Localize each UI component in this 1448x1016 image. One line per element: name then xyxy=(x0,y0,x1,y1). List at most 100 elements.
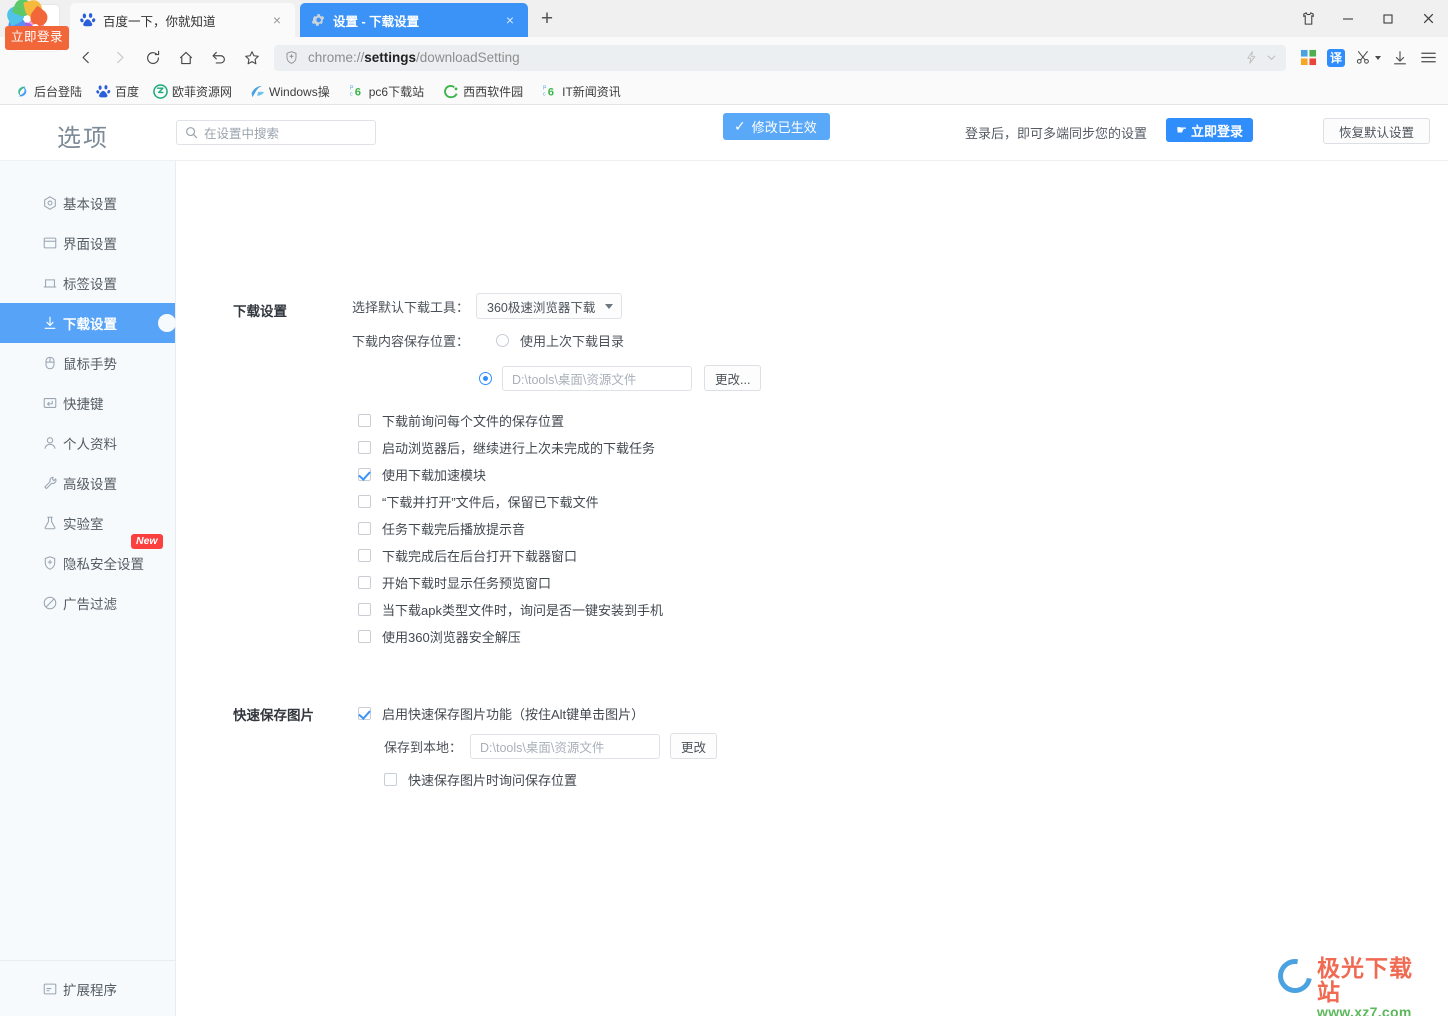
custom-path-row: D:\tools\桌面\资源文件 更改... xyxy=(479,365,762,391)
target-icon xyxy=(41,195,58,212)
checkbox-quicksave-ask-location[interactable]: 快速保存图片时询问保存位置 xyxy=(384,770,577,789)
sidebar-item-tab[interactable]: 标签设置 xyxy=(0,263,175,303)
checkbox-box[interactable] xyxy=(358,603,371,616)
sidebar-item-extensions[interactable]: 扩展程序 xyxy=(0,969,175,1009)
checkbox-accelerator[interactable]: 使用下载加速模块 xyxy=(358,465,486,484)
checkbox-safe-unzip[interactable]: 使用360浏览器安全解压 xyxy=(358,627,521,646)
skin-icon[interactable] xyxy=(1288,0,1328,37)
checkbox-box[interactable] xyxy=(358,549,371,562)
quicksave-path-input[interactable]: D:\tools\桌面\资源文件 xyxy=(470,733,661,759)
checkbox-enable-quicksave[interactable]: 启用快速保存图片功能（按住Alt键单击图片） xyxy=(358,704,644,723)
watermark: 极光下载站 www.xz7.com xyxy=(1271,952,1434,1016)
status-badge-label: 修改已生效 xyxy=(751,120,817,135)
bookmark-item[interactable]: Pc6 IT新闻资讯 xyxy=(543,83,621,100)
checkbox-apk-install[interactable]: 当下载apk类型文件时，询问是否一键安装到手机 xyxy=(358,600,663,619)
address-bar[interactable]: chrome://settings/downloadSetting xyxy=(274,44,1286,71)
bookmark-star-icon[interactable] xyxy=(235,41,268,74)
sidebar-item-label: 标签设置 xyxy=(63,277,117,292)
baidu-icon xyxy=(96,84,111,99)
wrench-icon xyxy=(41,475,58,492)
sidebar-item-download[interactable]: 下载设置 xyxy=(0,303,176,343)
reload-button[interactable] xyxy=(136,41,169,74)
change-download-path-button[interactable]: 更改... xyxy=(704,365,762,391)
bookmark-item[interactable]: 西西软件园 xyxy=(444,83,523,100)
new-tab-button[interactable]: + xyxy=(535,8,559,32)
menu-icon[interactable] xyxy=(1414,43,1442,73)
minimize-button[interactable] xyxy=(1328,0,1368,37)
tab-title: 百度一下，你就知道 xyxy=(103,14,216,29)
scissors-icon[interactable] xyxy=(1350,43,1386,73)
settings-header: 选项 在设置中搜索 ✓ 修改已生效 登录后，即可多端同步您的设置 ☛ 立即登录 … xyxy=(0,105,1448,161)
svg-text:6: 6 xyxy=(548,86,554,98)
home-button[interactable] xyxy=(169,41,202,74)
search-input[interactable]: 在设置中搜索 xyxy=(176,120,376,145)
search-placeholder: 在设置中搜索 xyxy=(204,127,280,141)
checkbox-box[interactable] xyxy=(384,773,397,786)
tab-close-icon[interactable]: × xyxy=(502,12,518,28)
download-path-input[interactable]: D:\tools\桌面\资源文件 xyxy=(502,365,692,391)
checkbox-ask-location[interactable]: 下载前询问每个文件的保存位置 xyxy=(358,411,564,430)
radio-custom-directory[interactable] xyxy=(479,371,492,385)
bookmark-item[interactable]: 欧菲资源网 xyxy=(153,83,232,100)
flask-icon xyxy=(41,515,58,532)
svg-text:6: 6 xyxy=(354,86,360,98)
checkbox-box[interactable] xyxy=(358,441,371,454)
window-icon xyxy=(41,235,58,252)
sidebar-item-privacy[interactable]: 隐私安全设置 New xyxy=(0,534,175,583)
maximize-button[interactable] xyxy=(1368,0,1408,37)
login-button[interactable]: ☛ 立即登录 xyxy=(1166,118,1253,142)
checkbox-box[interactable] xyxy=(358,707,371,720)
chevron-down-icon[interactable] xyxy=(1265,51,1278,64)
forward-button[interactable] xyxy=(103,41,136,74)
checkbox-box[interactable] xyxy=(358,468,371,481)
back-button[interactable] xyxy=(70,41,103,74)
checkbox-play-sound[interactable]: 任务下载完后播放提示音 xyxy=(358,519,525,538)
save-location-label: 下载内容保存位置： xyxy=(352,334,470,349)
default-tool-select[interactable]: 360极速浏览器下载 xyxy=(476,293,623,319)
sidebar-item-label: 高级设置 xyxy=(63,477,117,492)
download-icon[interactable] xyxy=(1386,43,1414,73)
mouse-icon xyxy=(41,355,58,372)
translate-icon[interactable]: 译 xyxy=(1322,43,1350,73)
tab-settings[interactable]: 设置 - 下载设置 × xyxy=(300,3,528,37)
settings-sidebar: 基本设置 界面设置 标签设置 下载设置 鼠标手势 快捷键 个人资料 高级设置 实… xyxy=(0,161,176,1016)
sidebar-item-label: 实验室 xyxy=(63,517,104,532)
checkbox-box[interactable] xyxy=(358,495,371,508)
lightning-icon[interactable] xyxy=(1244,50,1259,65)
settings-content: 下载设置 选择默认下载工具： 360极速浏览器下载 下载内容保存位置： 使用上次… xyxy=(176,161,1448,1016)
bookmark-item[interactable]: 百度 xyxy=(96,83,139,100)
change-quicksave-path-button[interactable]: 更改 xyxy=(670,733,718,759)
quicksave-path-row: 保存到本地： D:\tools\桌面\资源文件 更改 xyxy=(384,733,718,759)
sidebar-item-basic[interactable]: 基本设置 xyxy=(0,183,175,223)
swoosh-icon xyxy=(1271,952,1319,1000)
close-button[interactable] xyxy=(1408,0,1448,37)
check-icon: ✓ xyxy=(734,118,746,134)
checkbox-open-manager[interactable]: 下载完成后在后台打开下载器窗口 xyxy=(358,546,577,565)
sidebar-item-profile[interactable]: 个人资料 xyxy=(0,423,175,463)
sidebar-item-mouse-gesture[interactable]: 鼠标手势 xyxy=(0,343,175,383)
checkbox-preview-window[interactable]: 开始下载时显示任务预览窗口 xyxy=(358,573,551,592)
bookmark-item[interactable]: 后台登陆 xyxy=(15,83,82,100)
sidebar-item-shortcut[interactable]: 快捷键 xyxy=(0,383,175,423)
checkbox-box[interactable] xyxy=(358,522,371,535)
sidebar-item-advanced[interactable]: 高级设置 xyxy=(0,463,175,503)
checkbox-box[interactable] xyxy=(358,576,371,589)
checkbox-resume-on-start[interactable]: 启动浏览器后，继续进行上次未完成的下载任务 xyxy=(358,438,655,457)
sync-hint: 登录后，即可多端同步您的设置 xyxy=(964,126,1147,141)
checkbox-keep-after-open[interactable]: “下载并打开”文件后，保留已下载文件 xyxy=(358,492,599,511)
restore-defaults-button[interactable]: 恢复默认设置 xyxy=(1323,118,1430,144)
undo-button[interactable] xyxy=(202,41,235,74)
checkbox-box[interactable] xyxy=(358,630,371,643)
apps-icon[interactable] xyxy=(1294,43,1322,73)
bookmark-item[interactable]: Windows操 xyxy=(250,83,330,100)
chevron-down-icon xyxy=(605,303,614,309)
login-badge[interactable]: 立即登录 xyxy=(5,26,70,50)
bookmark-item[interactable]: Pc6 pc6下载站 xyxy=(350,83,424,100)
cx-icon xyxy=(444,84,459,99)
tab-close-icon[interactable]: × xyxy=(269,12,285,28)
radio-last-directory[interactable] xyxy=(496,334,510,347)
tab-baidu[interactable]: 百度一下，你就知道 × xyxy=(70,3,295,37)
checkbox-box[interactable] xyxy=(358,414,371,427)
sidebar-item-adblock[interactable]: 广告过滤 xyxy=(0,583,175,623)
sidebar-item-interface[interactable]: 界面设置 xyxy=(0,223,175,263)
